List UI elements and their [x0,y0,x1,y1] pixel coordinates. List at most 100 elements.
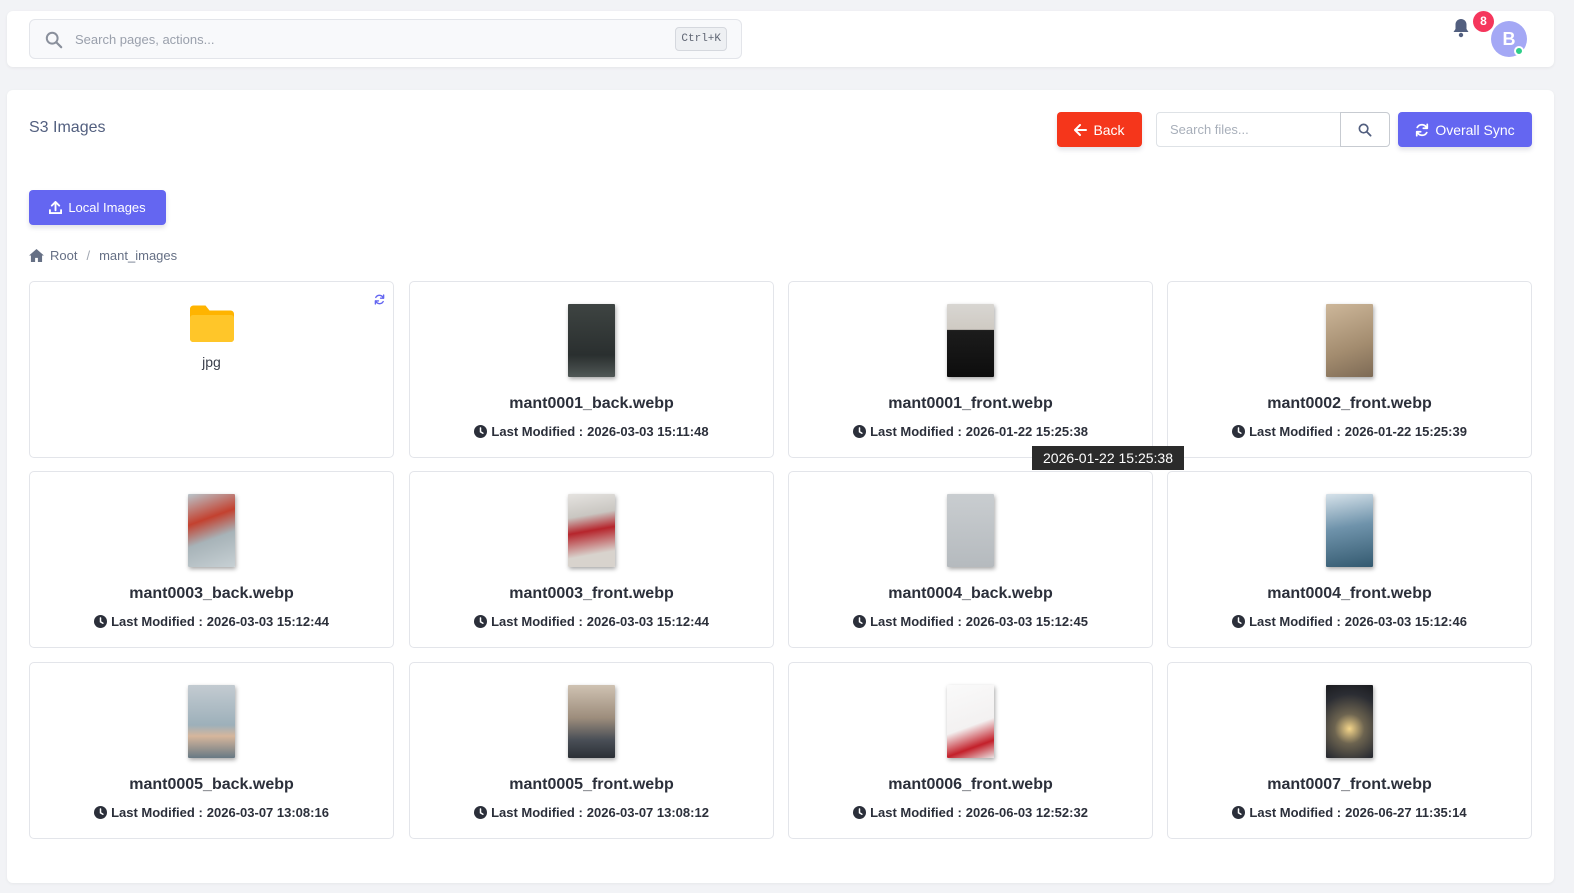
clock-icon [1232,425,1246,438]
file-thumbnail [568,685,615,758]
file-thumbnail [1326,685,1373,758]
local-images-button[interactable]: Local Images [29,190,166,225]
clock-icon [94,615,108,628]
overall-sync-button[interactable]: Overall Sync [1398,112,1532,147]
file-thumbnail [568,304,615,377]
file-modified: Last Modified : 2026-03-07 13:08:16 [30,805,393,820]
file-card[interactable]: mant0004_back.webp Last Modified : 2026-… [788,471,1153,648]
modified-value: 2026-03-03 15:12:45 [965,614,1088,629]
folder-name: jpg [202,354,221,370]
bell-icon[interactable] [1452,18,1470,38]
file-card[interactable]: mant0006_front.webp Last Modified : 2026… [788,662,1153,839]
file-modified: Last Modified : 2026-03-03 15:11:48 [410,424,773,439]
modified-prefix: Last Modified : [870,614,962,629]
clock-icon [853,615,867,628]
modified-prefix: Last Modified : [111,805,203,820]
modified-tooltip: 2026-01-22 15:25:38 [1032,446,1184,470]
file-modified: Last Modified : 2026-03-03 15:12:44 [30,614,393,629]
clock-icon [1232,615,1246,628]
local-images-label: Local Images [68,200,146,215]
modified-value: 2026-01-22 15:25:38 [965,424,1088,439]
search-icon [45,31,63,49]
breadcrumb: Root / mant_images [29,248,177,263]
modified-prefix: Last Modified : [491,424,584,439]
back-button[interactable]: Back [1057,112,1142,147]
modified-prefix: Last Modified : [491,805,583,820]
sync-icon [1416,122,1429,137]
modified-prefix: Last Modified : [491,614,583,629]
file-card[interactable]: mant0005_front.webp Last Modified : 2026… [409,662,774,839]
file-card[interactable]: mant0002_front.webp Last Modified : 2026… [1167,281,1532,458]
file-card[interactable]: mant0001_front.webp Last Modified : 2026… [788,281,1153,458]
overall-sync-label: Overall Sync [1435,121,1515,138]
modified-prefix: Last Modified : [1249,805,1342,820]
modified-prefix: Last Modified : [111,614,203,629]
file-name: mant0001_back.webp [509,395,674,412]
file-modified: Last Modified : 2026-06-03 12:52:32 [789,805,1152,820]
folder-card[interactable]: jpg [29,281,394,458]
top-navbar: Search pages, actions... Ctrl+K [7,11,1554,67]
clock-icon [474,806,488,819]
modified-value: 2026-03-07 13:08:16 [206,805,329,820]
file-modified: Last Modified : 2026-03-03 15:12:44 [410,614,773,629]
clock-icon [94,806,108,819]
breadcrumb-separator: / [86,248,91,263]
refresh-icon[interactable] [374,294,385,305]
file-search-input[interactable]: Search files... [1156,112,1341,147]
online-status-dot [1514,46,1524,56]
file-name: mant0006_front.webp [888,776,1053,793]
arrow-left-icon [1074,123,1088,136]
breadcrumb-current: mant_images [99,248,178,263]
file-thumbnail [1326,494,1373,567]
clock-icon [853,425,867,438]
modified-prefix: Last Modified : [870,805,962,820]
modified-value: 2026-03-03 15:12:44 [586,614,709,629]
file-search-button[interactable] [1340,112,1390,147]
file-name: mant0005_back.webp [129,776,294,793]
global-search-placeholder: Search pages, actions... [75,32,215,47]
modified-value: 2026-03-03 15:12:46 [1344,614,1467,629]
breadcrumb-root[interactable]: Root [50,248,77,263]
file-thumbnail [947,304,994,377]
file-thumbnail [568,494,615,567]
modified-value: 2026-03-07 13:08:12 [586,805,709,820]
file-card[interactable]: mant0007_front.webp Last Modified : 2026… [1167,662,1532,839]
modified-value: 2026-06-03 12:52:32 [965,805,1088,820]
file-name: mant0005_front.webp [509,776,674,793]
file-name: mant0003_back.webp [129,585,294,602]
file-card[interactable]: mant0004_front.webp Last Modified : 2026… [1167,471,1532,648]
file-thumbnail [188,685,235,758]
file-name: mant0003_front.webp [509,585,674,602]
back-button-label: Back [1093,121,1125,138]
file-modified: Last Modified : 2026-06-27 11:35:14 [1168,805,1531,820]
search-icon [1358,123,1372,137]
modified-value: 2026-06-27 11:35:14 [1345,805,1467,820]
folder-icon [190,305,234,342]
file-modified: Last Modified : 2026-03-03 15:12:45 [789,614,1152,629]
file-card[interactable]: mant0003_front.webp Last Modified : 2026… [409,471,774,648]
modified-prefix: Last Modified : [870,424,962,439]
file-modified: Last Modified : 2026-03-03 15:12:46 [1168,614,1531,629]
file-modified: Last Modified : 2026-01-22 15:25:38 [789,424,1152,439]
file-search: Search files... [1156,112,1390,147]
file-modified: Last Modified : 2026-03-07 13:08:12 [410,805,773,820]
clock-icon [474,425,488,438]
modified-value: 2026-03-03 15:12:44 [206,614,329,629]
file-name: mant0004_back.webp [888,585,1053,602]
file-thumbnail [1326,304,1373,377]
file-modified: Last Modified : 2026-01-22 15:25:39 [1168,424,1531,439]
clock-icon [474,615,488,628]
modified-prefix: Last Modified : [1249,614,1341,629]
clock-icon [1232,806,1246,819]
upload-icon [49,201,63,214]
global-search-input[interactable]: Search pages, actions... Ctrl+K [29,19,742,59]
file-card[interactable]: mant0001_back.webp Last Modified : 2026-… [409,281,774,458]
shortcut-hint: Ctrl+K [675,27,727,51]
file-card[interactable]: mant0005_back.webp Last Modified : 2026-… [29,662,394,839]
file-name: mant0002_front.webp [1267,395,1432,412]
file-thumbnail [947,685,994,758]
file-card[interactable]: mant0003_back.webp Last Modified : 2026-… [29,471,394,648]
clock-icon [853,806,867,819]
page-title: S3 Images [29,119,106,136]
modified-value: 2026-01-22 15:25:39 [1344,424,1467,439]
